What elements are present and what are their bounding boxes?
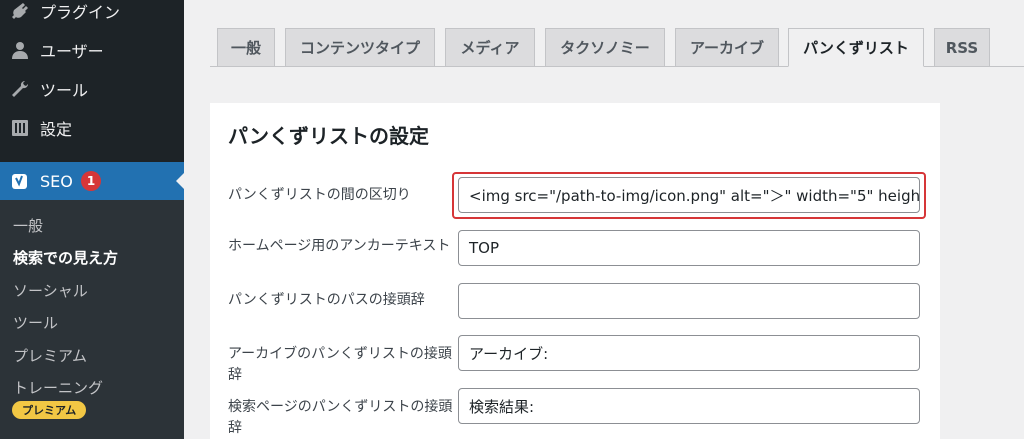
tab-taxonomies[interactable]: タクソノミー xyxy=(545,28,665,67)
search-prefix-label: 検索ページのパンくずリストの接頭辞 xyxy=(228,399,453,436)
plugin-icon xyxy=(0,1,40,21)
tab-content-types[interactable]: コンテンツタイプ xyxy=(285,28,435,67)
path-prefix-input[interactable] xyxy=(458,283,920,319)
user-icon xyxy=(0,40,40,60)
menu-item-plugins[interactable]: プラグイン xyxy=(0,0,184,30)
tab-rss[interactable]: RSS xyxy=(934,28,990,67)
submenu-item-search-appearance[interactable]: 検索での見え方 xyxy=(13,247,118,268)
premium-badge[interactable]: プレミアム xyxy=(12,401,87,419)
yoast-icon xyxy=(0,171,40,191)
menu-item-users[interactable]: ユーザー xyxy=(0,31,184,69)
menu-label: 設定 xyxy=(40,120,73,139)
admin-sidebar: プラグイン ユーザー ツール 設定 SEO 1 一般 検索での見え方 ソーシャル… xyxy=(0,0,184,439)
path-prefix-label: パンくずリストのパスの接頭辞 xyxy=(228,292,425,308)
submenu-item-premium[interactable]: プレミアム xyxy=(13,345,87,366)
home-anchor-input[interactable]: TOP xyxy=(458,230,920,266)
submenu-item-tools[interactable]: ツール xyxy=(13,312,58,333)
archive-prefix-input[interactable]: アーカイブ: xyxy=(458,335,920,371)
menu-item-tools[interactable]: ツール xyxy=(0,70,184,108)
submenu-item-general[interactable]: 一般 xyxy=(13,215,43,236)
current-menu-arrow xyxy=(176,173,184,189)
home-anchor-label: ホームページ用のアンカーテキスト xyxy=(228,238,451,254)
menu-item-seo[interactable]: SEO 1 xyxy=(0,162,184,200)
separator-label: パンくずリストの間の区切り xyxy=(228,187,411,203)
panel-title: パンくずリストの設定 xyxy=(228,124,429,148)
menu-label: プラグイン xyxy=(40,3,121,22)
tab-archives[interactable]: アーカイブ xyxy=(675,28,779,67)
tab-general[interactable]: 一般 xyxy=(217,28,275,67)
wrench-icon xyxy=(0,79,40,99)
tab-breadcrumbs[interactable]: パンくずリスト xyxy=(788,28,924,67)
search-prefix-input[interactable]: 検索結果: xyxy=(458,388,920,424)
tab-media[interactable]: メディア xyxy=(445,28,535,67)
submenu-item-social[interactable]: ソーシャル xyxy=(13,280,88,301)
breadcrumbs-settings-panel: パンくずリストの設定 パンくずリストの間の区切り <img src="/path… xyxy=(210,103,940,439)
settings-icon xyxy=(0,118,40,138)
notification-badge: 1 xyxy=(80,171,102,191)
submenu-item-training[interactable]: トレーニング xyxy=(13,377,103,398)
menu-label: ユーザー xyxy=(40,42,104,61)
menu-label: SEO xyxy=(40,171,73,191)
menu-label: ツール xyxy=(40,81,89,100)
menu-item-settings[interactable]: 設定 xyxy=(0,109,184,147)
archive-prefix-label: アーカイブのパンくずリストの接頭辞 xyxy=(228,346,452,383)
separator-input[interactable]: <img src="/path-to-img/icon.png" alt="＞"… xyxy=(458,177,920,213)
